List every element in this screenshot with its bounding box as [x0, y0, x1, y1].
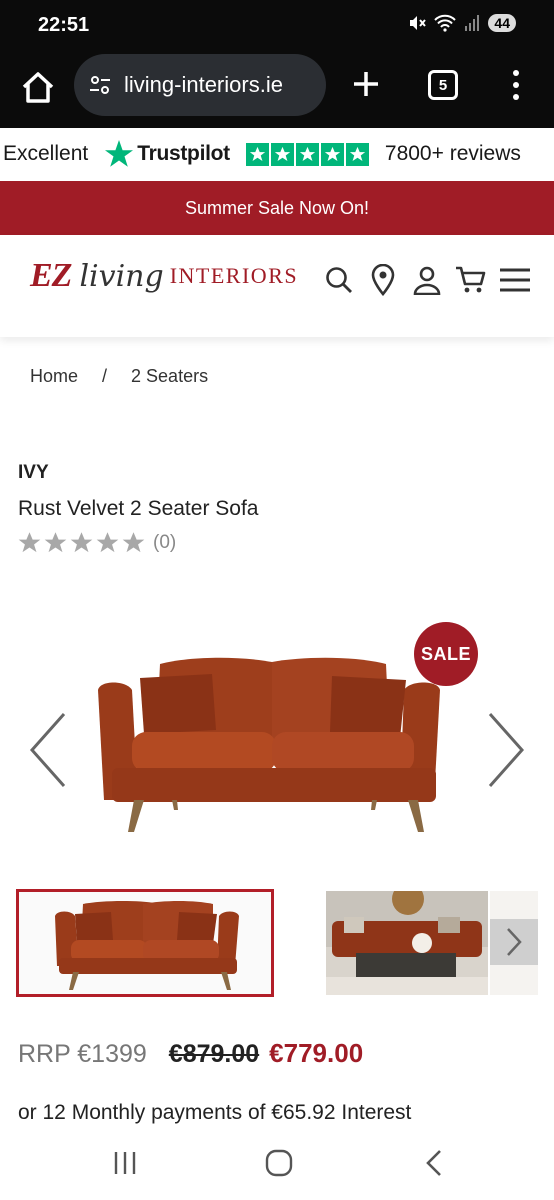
star-icon: [295, 142, 319, 166]
trustpilot-brand: Trustpilot: [137, 142, 230, 165]
browser-toolbar: living-interiors.ie 5: [0, 52, 554, 128]
breadcrumb-separator: /: [102, 366, 108, 386]
url-text[interactable]: living-interiors.ie: [124, 72, 324, 98]
product-rating[interactable]: (0): [17, 531, 176, 555]
tab-switcher-button[interactable]: 5: [428, 70, 458, 100]
thumbnail-room-scene[interactable]: [326, 891, 488, 995]
header-actions: [322, 263, 532, 297]
home-nav-icon[interactable]: [262, 1148, 296, 1178]
mute-icon: [410, 16, 427, 30]
carousel-prev-arrow-icon[interactable]: [26, 710, 70, 790]
sale-badge: SALE: [414, 622, 478, 686]
account-icon[interactable]: [410, 263, 444, 297]
original-price: €879.00: [168, 1040, 260, 1068]
trustpilot-rating-word: Excellent: [3, 142, 89, 165]
back-nav-icon[interactable]: [418, 1148, 452, 1178]
rating-star-icon: [96, 532, 119, 553]
star-icon: [320, 142, 344, 166]
product-image-carousel[interactable]: SALE: [0, 600, 554, 860]
breadcrumb-home[interactable]: Home: [30, 366, 78, 387]
site-logo[interactable]: EZ living INTERIORS: [30, 257, 298, 295]
trustpilot-review-count: 7800+ reviews: [384, 142, 521, 165]
search-icon[interactable]: [322, 263, 356, 297]
home-icon[interactable]: [18, 68, 58, 108]
browser-menu-icon[interactable]: [506, 68, 526, 102]
sofa-thumbnail-image: [55, 901, 239, 990]
signal-icon: [465, 15, 480, 31]
room-scene-image: [326, 891, 488, 995]
site-settings-icon[interactable]: [88, 73, 112, 97]
hamburger-menu-icon[interactable]: [498, 263, 532, 297]
system-nav-bar: [0, 1128, 554, 1200]
wifi-icon: [434, 14, 457, 32]
recent-apps-icon[interactable]: [108, 1148, 142, 1178]
battery-indicator: 44: [488, 14, 516, 32]
star-icon: [270, 142, 294, 166]
carousel-next-arrow-icon[interactable]: [484, 710, 528, 790]
star-icon: [245, 142, 269, 166]
breadcrumb-current[interactable]: 2 Seaters: [131, 366, 208, 387]
logo-ez: EZ: [30, 257, 72, 294]
status-icons: 44: [408, 14, 516, 32]
breadcrumb: Home / 2 Seaters: [30, 366, 208, 387]
rating-star-icon: [44, 532, 67, 553]
rating-count: (0): [153, 532, 177, 553]
rating-star-icon: [70, 532, 93, 553]
trustpilot-bar[interactable]: Excellent Trustpilot 7800+ reviews: [0, 128, 554, 180]
price-block: RRP €1399 €879.00 €779.00: [18, 1038, 363, 1069]
product-title: Rust Velvet 2 Seater Sofa: [18, 497, 259, 520]
rating-star-icon: [18, 532, 41, 553]
address-bar[interactable]: living-interiors.ie: [74, 54, 326, 116]
sofa-product-image: [98, 657, 440, 832]
rating-star-icon: [122, 532, 145, 553]
thumbnail-strip: [16, 889, 538, 999]
logo-living: living: [79, 258, 164, 294]
thumbnail-selected[interactable]: [16, 889, 274, 997]
thumbnail-next-arrow-icon[interactable]: [490, 919, 538, 965]
new-tab-icon[interactable]: [348, 66, 384, 102]
logo-interiors: INTERIORS: [169, 263, 299, 288]
trustpilot-star-icon: [105, 140, 134, 167]
status-time: 22:51: [38, 14, 90, 36]
sale-price: €779.00: [269, 1038, 364, 1068]
product-brand[interactable]: IVY: [18, 462, 49, 484]
site-header: EZ living INTERIORS: [0, 235, 554, 337]
star-icon: [345, 142, 369, 166]
cart-icon[interactable]: [454, 263, 488, 297]
status-bar: 22:51 44: [0, 0, 554, 52]
promo-banner[interactable]: Summer Sale Now On!: [0, 181, 554, 235]
location-pin-icon[interactable]: [366, 263, 400, 297]
trustpilot-stars: [245, 142, 369, 166]
rrp-price: RRP €1399: [18, 1040, 147, 1068]
monthly-payment-text: or 12 Monthly payments of €65.92 Interes…: [18, 1101, 412, 1124]
